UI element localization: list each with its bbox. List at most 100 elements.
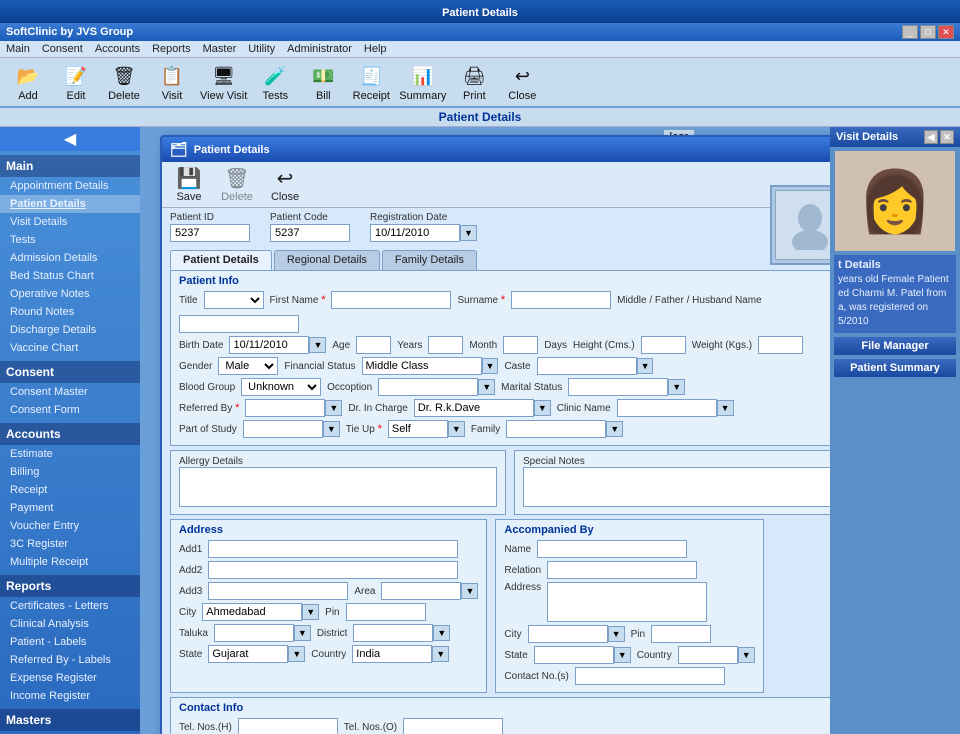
- country-input[interactable]: [352, 645, 432, 663]
- receipt-button[interactable]: 🧾 Receipt: [351, 62, 391, 102]
- add2-input[interactable]: [208, 561, 458, 579]
- age-days-input[interactable]: [503, 336, 538, 354]
- referred-by-dropdown[interactable]: ▼: [325, 400, 342, 416]
- acc-city-input[interactable]: [528, 625, 608, 643]
- age-years-input[interactable]: [356, 336, 391, 354]
- menu-accounts[interactable]: Accounts: [95, 43, 140, 55]
- acc-address-textarea[interactable]: [547, 582, 707, 622]
- print-button[interactable]: 🖨 Print: [454, 62, 494, 102]
- sidebar-item-clinical[interactable]: Clinical Analysis: [0, 615, 140, 633]
- sidebar-item-bed-status[interactable]: Bed Status Chart: [0, 267, 140, 285]
- acc-country-dropdown[interactable]: ▼: [738, 647, 755, 663]
- sidebar-item-discharge[interactable]: Discharge Details: [0, 321, 140, 339]
- maximize-btn[interactable]: □: [920, 25, 936, 39]
- district-input[interactable]: [353, 624, 433, 642]
- sidebar-item-operative[interactable]: Operative Notes: [0, 285, 140, 303]
- sidebar-item-payment[interactable]: Payment: [0, 499, 140, 517]
- area-input[interactable]: [381, 582, 461, 600]
- caste-dropdown[interactable]: ▼: [637, 358, 654, 374]
- menu-master[interactable]: Master: [203, 43, 237, 55]
- sidebar-item-income[interactable]: Income Register: [0, 687, 140, 705]
- acc-state-input[interactable]: [534, 646, 614, 664]
- city-input[interactable]: [202, 603, 302, 621]
- occupation-input[interactable]: [378, 378, 478, 396]
- save-btn[interactable]: 💾 Save: [170, 166, 208, 203]
- middle-name-input[interactable]: [179, 315, 299, 333]
- minimize-btn[interactable]: _: [902, 25, 918, 39]
- menu-administrator[interactable]: Administrator: [287, 43, 352, 55]
- referred-by-input[interactable]: [245, 399, 325, 417]
- sidebar-item-patient[interactable]: Patient Details: [0, 195, 140, 213]
- reg-date-dropdown[interactable]: ▼: [460, 225, 477, 241]
- tab-regional-details[interactable]: Regional Details: [274, 250, 380, 270]
- patient-code-input[interactable]: [270, 224, 350, 242]
- sidebar-item-receipt[interactable]: Receipt: [0, 481, 140, 499]
- marital-status-input[interactable]: [568, 378, 668, 396]
- view-visit-button[interactable]: 🖥 View Visit: [200, 62, 247, 102]
- state-input[interactable]: [208, 645, 288, 663]
- acc-relation-input[interactable]: [547, 561, 697, 579]
- clinic-name-input[interactable]: [617, 399, 717, 417]
- tie-up-input[interactable]: [388, 420, 448, 438]
- dialog-delete-btn[interactable]: 🗑 Delete: [218, 166, 256, 203]
- birth-date-input[interactable]: [229, 336, 309, 354]
- tel-h-input[interactable]: [238, 718, 338, 734]
- sidebar-item-appointment[interactable]: Appointment Details: [0, 177, 140, 195]
- sidebar-item-3c[interactable]: 3C Register: [0, 535, 140, 553]
- menu-consent[interactable]: Consent: [42, 43, 83, 55]
- city-dropdown[interactable]: ▼: [302, 604, 319, 620]
- add3-input[interactable]: [208, 582, 348, 600]
- reg-date-input[interactable]: [370, 224, 460, 242]
- sidebar-item-billing[interactable]: Billing: [0, 463, 140, 481]
- gender-select[interactable]: Male: [218, 357, 278, 375]
- tie-up-dropdown[interactable]: ▼: [448, 421, 465, 437]
- birth-date-dropdown[interactable]: ▼: [309, 337, 326, 353]
- clinic-name-dropdown[interactable]: ▼: [717, 400, 734, 416]
- height-input[interactable]: [641, 336, 686, 354]
- taluka-input[interactable]: [214, 624, 294, 642]
- sidebar-item-vaccine[interactable]: Vaccine Chart: [0, 339, 140, 357]
- area-dropdown[interactable]: ▼: [461, 583, 478, 599]
- summary-button[interactable]: 📊 Summary: [399, 62, 446, 102]
- menu-help[interactable]: Help: [364, 43, 387, 55]
- tel-o-input[interactable]: [403, 718, 503, 734]
- sidebar-item-estimate[interactable]: Estimate: [0, 445, 140, 463]
- sidebar-item-consent-master[interactable]: Consent Master: [0, 383, 140, 401]
- acc-city-dropdown[interactable]: ▼: [608, 626, 625, 642]
- close-app-btn[interactable]: ✕: [938, 25, 954, 39]
- sidebar-item-visit[interactable]: Visit Details: [0, 213, 140, 231]
- edit-button[interactable]: 📝 Edit: [56, 62, 96, 102]
- occupation-dropdown[interactable]: ▼: [478, 379, 495, 395]
- pin-input[interactable]: [346, 603, 426, 621]
- surname-input[interactable]: [511, 291, 611, 309]
- title-select[interactable]: [204, 291, 264, 309]
- special-notes-textarea[interactable]: [523, 467, 830, 507]
- dr-in-charge-dropdown[interactable]: ▼: [534, 400, 551, 416]
- financial-status-input[interactable]: [362, 357, 482, 375]
- sidebar-item-multiple-receipt[interactable]: Multiple Receipt: [0, 553, 140, 571]
- age-month-input[interactable]: [428, 336, 463, 354]
- allergy-textarea[interactable]: [179, 467, 497, 507]
- family-dropdown[interactable]: ▼: [606, 421, 623, 437]
- sidebar-item-expense[interactable]: Expense Register: [0, 669, 140, 687]
- panel-close-btn[interactable]: ✕: [940, 130, 954, 144]
- panel-pin-btn[interactable]: ◀: [924, 130, 938, 144]
- bill-button[interactable]: 💵 Bill: [303, 62, 343, 102]
- sidebar-item-referred-labels[interactable]: Referred By - Labels: [0, 651, 140, 669]
- sidebar-item-admission[interactable]: Admission Details: [0, 249, 140, 267]
- part-of-study-dropdown[interactable]: ▼: [323, 421, 340, 437]
- visit-button[interactable]: 📋 Visit: [152, 62, 192, 102]
- taluka-dropdown[interactable]: ▼: [294, 625, 311, 641]
- tests-button[interactable]: 🧪 Tests: [255, 62, 295, 102]
- patient-summary-btn[interactable]: Patient Summary: [834, 359, 956, 377]
- sidebar-item-voucher[interactable]: Voucher Entry: [0, 517, 140, 535]
- district-dropdown[interactable]: ▼: [433, 625, 450, 641]
- sidebar-item-patient-labels[interactable]: Patient - Labels: [0, 633, 140, 651]
- patient-id-input[interactable]: [170, 224, 250, 242]
- weight-input[interactable]: [758, 336, 803, 354]
- first-name-input[interactable]: [331, 291, 451, 309]
- acc-name-input[interactable]: [537, 540, 687, 558]
- state-dropdown[interactable]: ▼: [288, 646, 305, 662]
- acc-contact-input[interactable]: [575, 667, 725, 685]
- menu-main[interactable]: Main: [6, 43, 30, 55]
